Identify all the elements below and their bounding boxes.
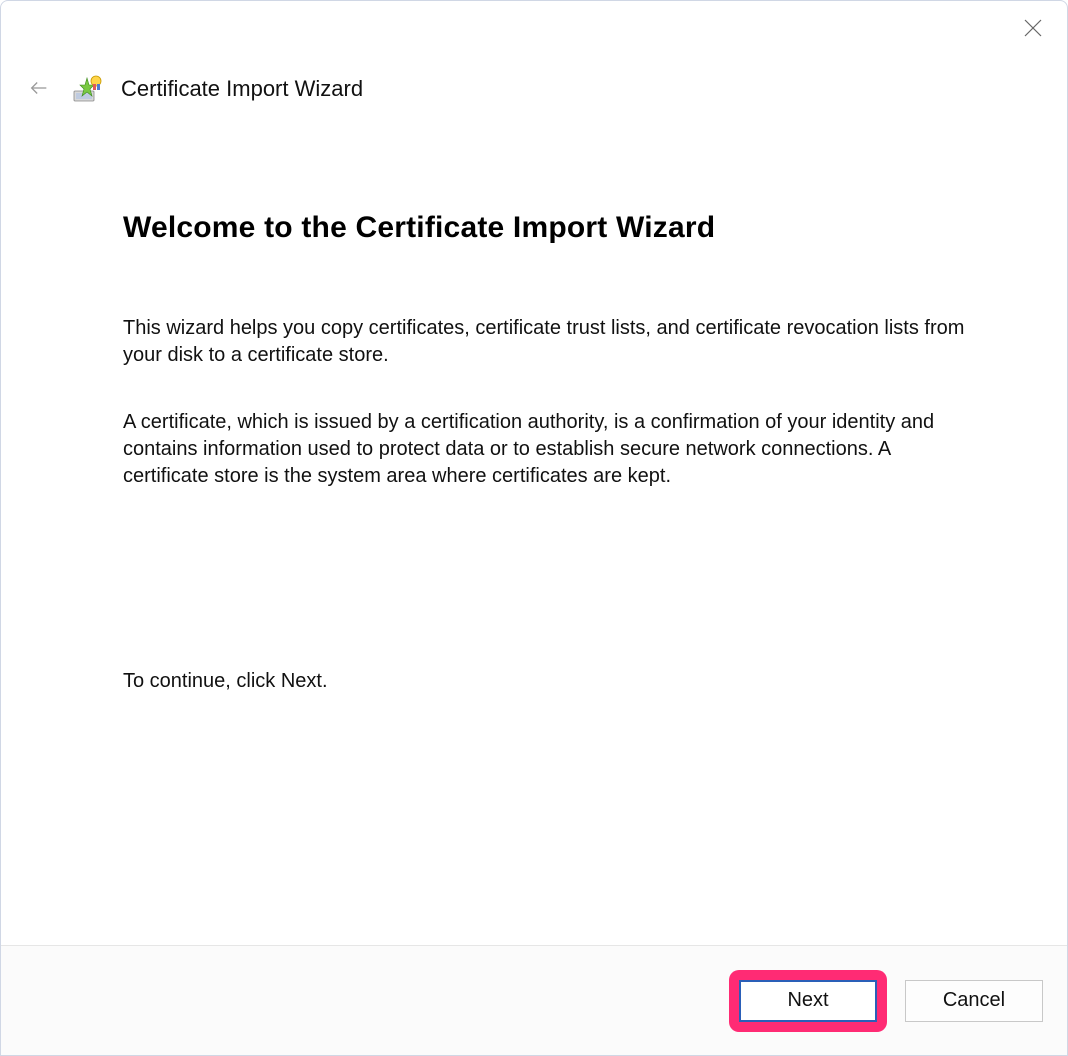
- wizard-title: Certificate Import Wizard: [121, 76, 363, 102]
- wizard-header: Certificate Import Wizard: [25, 73, 1043, 105]
- back-arrow-icon: [28, 77, 50, 102]
- wizard-content: Welcome to the Certificate Import Wizard…: [123, 211, 977, 693]
- wizard-footer: Next Cancel: [1, 945, 1067, 1055]
- close-button[interactable]: [1017, 13, 1049, 45]
- back-button: [25, 75, 53, 103]
- continue-instruction: To continue, click Next.: [123, 670, 977, 693]
- page-heading: Welcome to the Certificate Import Wizard: [123, 211, 977, 245]
- intro-paragraph-2: A certificate, which is issued by a cert…: [123, 409, 977, 490]
- next-button-highlight: Next: [729, 970, 887, 1032]
- certificate-wizard-icon: [71, 73, 103, 105]
- intro-paragraph-1: This wizard helps you copy certificates,…: [123, 315, 977, 369]
- cancel-button[interactable]: Cancel: [905, 980, 1043, 1022]
- close-icon: [1024, 19, 1042, 40]
- wizard-window: Certificate Import Wizard Welcome to the…: [0, 0, 1068, 1056]
- next-button[interactable]: Next: [739, 980, 877, 1022]
